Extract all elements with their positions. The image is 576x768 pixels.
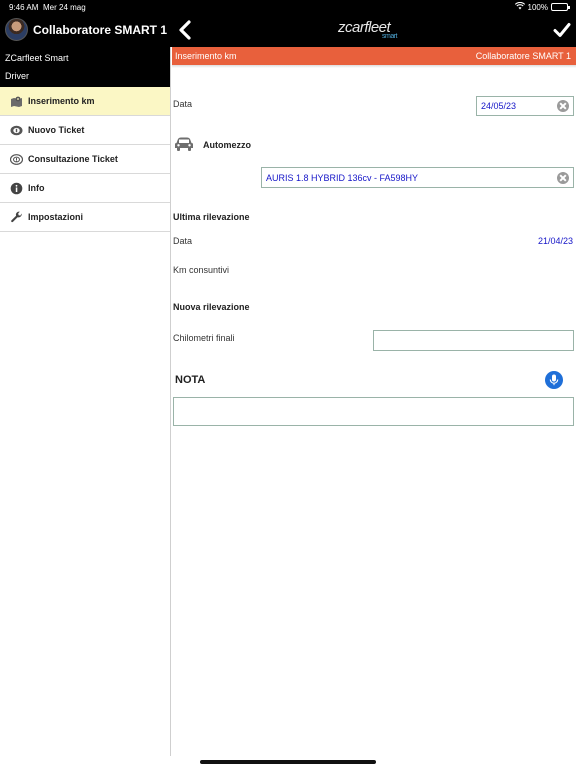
ticket-search-icon (9, 153, 24, 166)
automezzo-label: Automezzo (203, 140, 251, 150)
logo-sub: smart (382, 33, 398, 40)
info-icon (10, 182, 23, 195)
data-label: Data (173, 99, 193, 109)
sidebar-item-label: Inserimento km (28, 96, 95, 106)
home-indicator (200, 760, 376, 764)
top-bar: 9:46 AM Mer 24 mag 100% Collaboratore SM… (0, 0, 576, 47)
sidebar-item-info[interactable]: Info (0, 174, 170, 203)
km-entry-form: Data 24/05/23 Automezzo AURIS 1.8 HYBRID… (172, 68, 576, 756)
section-header: Inserimento km Collaboratore SMART 1 (172, 47, 576, 65)
sidebar-app-name: ZCarfleet Smart (5, 53, 69, 63)
date-value: 24/05/23 (481, 101, 517, 111)
sidebar: ZCarfleet Smart Driver Inserimento km Nu… (0, 47, 171, 756)
clear-vehicle-icon[interactable] (557, 171, 569, 184)
ticket-icon (10, 124, 23, 137)
back-button[interactable] (177, 20, 193, 40)
sidebar-item-nuovo-ticket[interactable]: Nuovo Ticket (0, 116, 170, 145)
sidebar-item-label: Consultazione Ticket (28, 154, 118, 164)
user-title: Collaboratore SMART 1 (33, 23, 168, 37)
battery-percent: 100% (527, 2, 548, 12)
section-title: Inserimento km (175, 51, 237, 61)
status-date: Mer 24 mag (43, 3, 86, 12)
checkmark-icon (553, 23, 571, 37)
chevron-left-icon (179, 20, 191, 40)
car-icon (174, 137, 194, 157)
ultima-data-value: 21/04/23 (537, 236, 573, 246)
sidebar-item-inserimento-km[interactable]: Inserimento km (0, 87, 170, 116)
avatar (5, 18, 28, 41)
sidebar-header: ZCarfleet Smart Driver (0, 47, 170, 87)
nota-textarea[interactable] (173, 397, 574, 426)
date-field[interactable]: 24/05/23 (476, 96, 574, 116)
sidebar-item-impostazioni[interactable]: Impostazioni (0, 203, 170, 232)
wifi-icon (514, 1, 525, 12)
clear-date-icon[interactable] (557, 100, 569, 112)
sidebar-item-label: Impostazioni (28, 212, 84, 222)
vehicle-value: AURIS 1.8 HYBRID 136cv - FA598HY (266, 172, 419, 183)
section-user: Collaboratore SMART 1 (475, 51, 571, 61)
microphone-icon (549, 374, 559, 386)
km-consuntivi-label: Km consuntivi (173, 265, 230, 275)
vehicle-field[interactable]: AURIS 1.8 HYBRID 136cv - FA598HY (261, 167, 574, 188)
sidebar-item-consultazione-ticket[interactable]: Consultazione Ticket (0, 145, 170, 174)
nota-title: NOTA (175, 374, 206, 386)
chilometri-finali-input[interactable] (373, 330, 574, 351)
nuova-rilevazione-title: Nuova rilevazione (173, 302, 250, 312)
confirm-button[interactable] (553, 22, 571, 38)
battery-icon (551, 3, 570, 11)
ultima-data-label: Data (173, 236, 193, 246)
status-indicators: 100% (514, 1, 570, 12)
sidebar-item-label: Info (28, 183, 45, 193)
map-pin-icon (10, 95, 23, 108)
sidebar-item-label: Nuovo Ticket (28, 125, 85, 135)
app-logo: zcarfleet smart (338, 19, 398, 40)
chilometri-finali-label: Chilometri finali (173, 333, 235, 343)
microphone-button[interactable] (545, 371, 563, 389)
wrench-icon (10, 211, 23, 224)
status-time: 9:46 AM (9, 3, 39, 12)
ultima-rilevazione-title: Ultima rilevazione (173, 212, 250, 222)
sidebar-role: Driver (5, 71, 29, 81)
